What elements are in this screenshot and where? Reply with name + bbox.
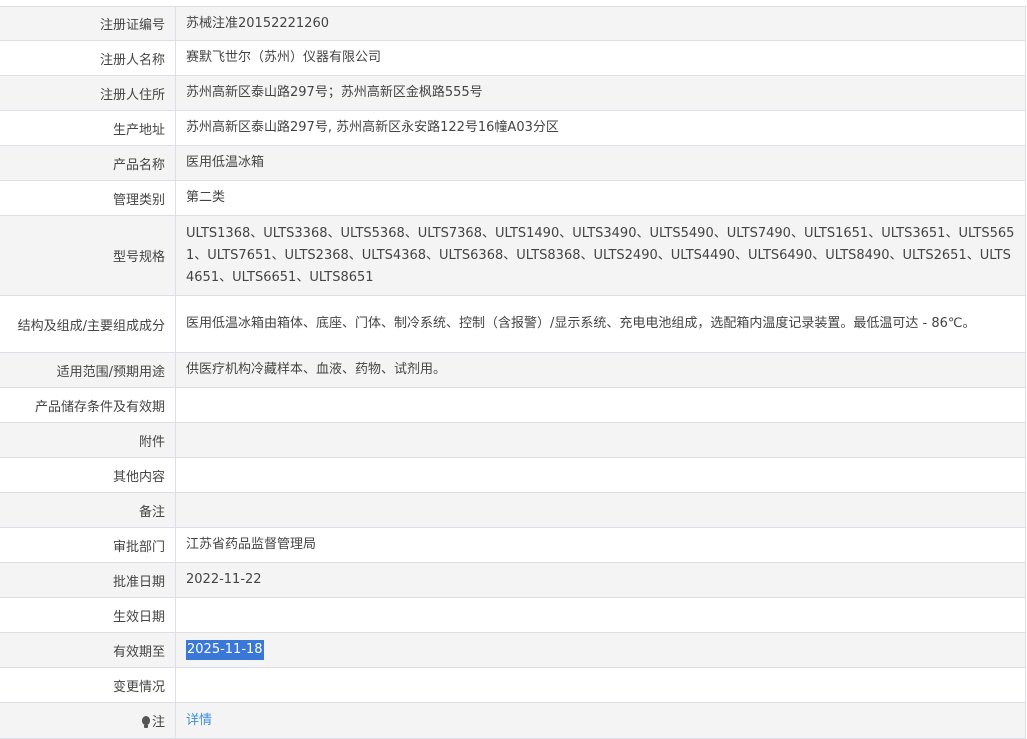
row-product-name: 产品名称 医用低温冰箱 [0, 146, 1025, 181]
label-product-name: 产品名称 [0, 146, 176, 180]
label-registrant-address: 注册人住所 [0, 76, 176, 110]
value-registrant-address: 苏州高新区泰山路297号；苏州高新区金枫路555号 [186, 85, 483, 100]
row-registrant-address: 注册人住所 苏州高新区泰山路297号；苏州高新区金枫路555号 [0, 76, 1025, 111]
label-registrant-name: 注册人名称 [0, 41, 176, 75]
row-structure-composition: 结构及组成/主要组成成分 医用低温冰箱由箱体、底座、门体、制冷系统、控制（含报警… [0, 296, 1025, 353]
value-approval-department: 江苏省药品监督管理局 [186, 537, 317, 552]
label-approval-date: 批准日期 [0, 563, 176, 597]
row-registrant-name: 注册人名称 赛默飞世尔（苏州）仪器有限公司 [0, 41, 1025, 76]
label-model-specs: 型号规格 [0, 216, 176, 295]
row-registration-number: 注册证编号 苏械注准20152221260 [0, 7, 1025, 41]
label-storage-conditions: 产品储存条件及有效期 [0, 388, 176, 422]
value-storage-conditions [176, 388, 1025, 422]
row-management-category: 管理类别 第二类 [0, 181, 1025, 216]
value-registrant-name: 赛默飞世尔（苏州）仪器有限公司 [186, 50, 382, 65]
registration-record-table: 注册证编号 苏械注准20152221260 注册人名称 赛默飞世尔（苏州）仪器有… [0, 6, 1026, 739]
label-remarks: 备注 [0, 493, 176, 527]
value-structure-composition: 医用低温冰箱由箱体、底座、门体、制冷系统、控制（含报警）/显示系统、充电电池组成… [186, 316, 976, 331]
row-note: 注 详情 [0, 703, 1025, 739]
value-change-status [176, 668, 1025, 702]
value-note-cell: 详情 [176, 703, 1025, 738]
value-model-specs: ULTS1368、ULTS3368、ULTS5368、ULTS7368、ULTS… [186, 225, 1015, 285]
row-other-content: 其他内容 [0, 458, 1025, 493]
label-management-category: 管理类别 [0, 181, 176, 215]
row-effective-date: 生效日期 [0, 598, 1025, 633]
row-change-status: 变更情况 [0, 668, 1025, 703]
value-scope-of-use: 供医疗机构冷藏样本、血液、药物、试剂用。 [186, 362, 447, 377]
label-production-address: 生产地址 [0, 111, 176, 145]
row-storage-conditions: 产品储存条件及有效期 [0, 388, 1025, 423]
label-attachments: 附件 [0, 423, 176, 457]
row-model-specs: 型号规格 ULTS1368、ULTS3368、ULTS5368、ULTS7368… [0, 216, 1025, 296]
value-production-address: 苏州高新区泰山路297号, 苏州高新区永安路122号16幢A03分区 [186, 120, 559, 135]
details-link[interactable]: 详情 [186, 710, 212, 732]
row-production-address: 生产地址 苏州高新区泰山路297号, 苏州高新区永安路122号16幢A03分区 [0, 111, 1025, 146]
label-change-status: 变更情况 [0, 668, 176, 702]
label-note: 注 [151, 715, 165, 730]
label-valid-until: 有效期至 [0, 633, 176, 667]
value-product-name: 医用低温冰箱 [186, 155, 265, 170]
label-note-cell: 注 [0, 703, 176, 738]
value-remarks [176, 493, 1025, 527]
label-effective-date: 生效日期 [0, 598, 176, 632]
row-remarks: 备注 [0, 493, 1025, 528]
row-scope-of-use: 适用范围/预期用途 供医疗机构冷藏样本、血液、药物、试剂用。 [0, 353, 1025, 388]
label-registration-number: 注册证编号 [0, 7, 176, 40]
value-management-category: 第二类 [186, 190, 226, 205]
label-approval-department: 审批部门 [0, 528, 176, 562]
label-other-content: 其他内容 [0, 458, 176, 492]
value-approval-date: 2022-11-22 [186, 572, 262, 587]
label-scope-of-use: 适用范围/预期用途 [0, 353, 176, 387]
value-valid-until[interactable]: 2025-11-18 [186, 640, 264, 660]
lightbulb-icon [141, 716, 150, 728]
value-registration-number: 苏械注准20152221260 [186, 15, 329, 31]
value-effective-date [176, 598, 1025, 632]
row-approval-date: 批准日期 2022-11-22 [0, 563, 1025, 598]
label-structure-composition: 结构及组成/主要组成成分 [0, 296, 176, 352]
value-other-content [176, 458, 1025, 492]
row-attachments: 附件 [0, 423, 1025, 458]
row-valid-until: 有效期至 2025-11-18 [0, 633, 1025, 668]
value-valid-until-cell: 2025-11-18 [176, 633, 1025, 667]
row-approval-department: 审批部门 江苏省药品监督管理局 [0, 528, 1025, 563]
value-attachments [176, 423, 1025, 457]
